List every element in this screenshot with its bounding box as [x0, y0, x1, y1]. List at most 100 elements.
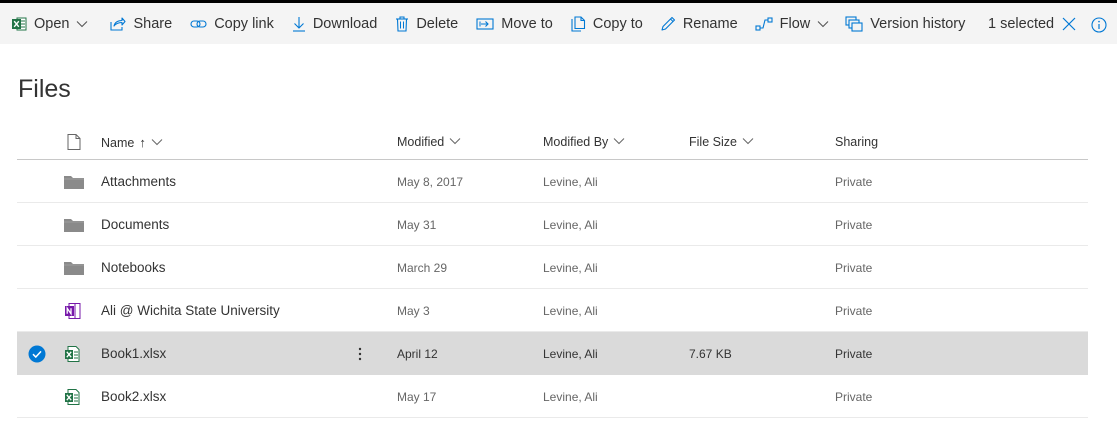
rename-button[interactable]: Rename [660, 3, 738, 44]
modified-date: May 8, 2017 [397, 174, 464, 189]
modified-date: March 29 [397, 260, 448, 275]
copy-link-button[interactable]: Copy link [190, 3, 274, 44]
sharing-column-header: Sharing [835, 135, 878, 149]
modified-column-header[interactable]: Modified [397, 135, 461, 149]
table-header: Name ↑ Modified Modified By File Size Sh… [17, 122, 1088, 160]
modified-by: Levine, Ali [543, 260, 598, 275]
chevron-down-icon [613, 135, 625, 149]
onenote-icon [65, 302, 81, 319]
sharing-status: Private [835, 217, 873, 232]
chevron-down-icon [449, 135, 461, 149]
modified-by: Levine, Ali [543, 389, 598, 404]
version-history-icon [845, 15, 863, 32]
download-icon [292, 16, 306, 32]
more-vertical-icon [358, 347, 362, 360]
delete-button[interactable]: Delete [395, 3, 458, 44]
modified-date: April 12 [397, 346, 438, 361]
flow-button[interactable]: Flow [755, 3, 830, 44]
row-checkbox[interactable] [28, 289, 46, 332]
modified-by-column-label: Modified By [543, 135, 609, 149]
row-selected-checkbox[interactable] [28, 332, 46, 375]
sort-ascending-icon: ↑ [139, 135, 146, 150]
delete-label: Delete [416, 15, 459, 32]
flow-label: Flow [779, 15, 811, 32]
file-type-icon [64, 246, 84, 289]
excel-icon [65, 345, 80, 362]
row-checkbox[interactable] [28, 160, 46, 203]
modified-by-column-header[interactable]: Modified By [543, 135, 625, 149]
trash-icon [395, 15, 409, 32]
pencil-icon [660, 16, 676, 32]
file-name-link[interactable]: Book1.xlsx [101, 332, 166, 375]
table-row[interactable]: Documents May 31 Levine, Ali Private [17, 203, 1088, 246]
file-size: 7.67 KB [689, 346, 732, 361]
move-to-label: Move to [501, 15, 553, 32]
download-button[interactable]: Download [292, 3, 377, 44]
checkmark-circle-icon [28, 345, 46, 362]
version-history-button[interactable]: Version history [845, 3, 965, 44]
file-name-link[interactable]: Documents [101, 203, 169, 246]
copy-icon [571, 15, 586, 32]
file-size-column-label: File Size [689, 135, 737, 149]
chevron-down-icon [817, 18, 829, 30]
flow-icon [755, 16, 773, 32]
files-table: Name ↑ Modified Modified By File Size Sh… [17, 122, 1088, 418]
chevron-down-icon [151, 136, 163, 150]
folder-icon [64, 218, 84, 232]
chevron-down-icon [76, 18, 88, 30]
move-icon [476, 16, 494, 32]
modified-by: Levine, Ali [543, 217, 598, 232]
file-name-link[interactable]: Ali @ Wichita State University [101, 289, 280, 332]
page-title: Files [18, 75, 71, 103]
document-icon [67, 134, 81, 150]
row-checkbox[interactable] [28, 375, 46, 418]
modified-by: Levine, Ali [543, 174, 598, 189]
file-type-icon [64, 289, 82, 332]
table-row[interactable]: Book2.xlsx May 17 Levine, Ali Private [17, 375, 1088, 418]
rename-label: Rename [682, 15, 738, 32]
share-button[interactable]: Share [109, 3, 172, 44]
table-row[interactable]: Ali @ Wichita State University May 3 Levin… [17, 289, 1088, 332]
share-label: Share [133, 15, 173, 32]
move-to-button[interactable]: Move to [476, 3, 553, 44]
folder-icon [64, 175, 84, 189]
command-bar: Open Share Copy link Download Delete Mov… [0, 0, 1117, 44]
selected-count-label: 1 selected [988, 15, 1055, 32]
link-icon [190, 16, 207, 32]
modified-column-label: Modified [397, 135, 445, 149]
info-pane-button[interactable] [1091, 17, 1107, 38]
file-name-link[interactable]: Attachments [101, 160, 176, 203]
file-name-link[interactable]: Notebooks [101, 246, 166, 289]
modified-date: May 3 [397, 303, 430, 318]
chevron-down-icon [742, 135, 754, 149]
close-icon [1062, 17, 1076, 30]
name-column-header[interactable]: Name ↑ [101, 135, 163, 150]
more-actions-button[interactable] [358, 332, 362, 375]
file-type-icon [64, 375, 80, 418]
table-row[interactable]: Notebooks March 29 Levine, Ali Private [17, 246, 1088, 289]
file-size-column-header[interactable]: File Size [689, 135, 754, 149]
name-column-label: Name [101, 135, 135, 150]
open-button[interactable]: Open [11, 3, 88, 44]
sharing-column-label: Sharing [835, 135, 879, 149]
modified-by: Levine, Ali [543, 346, 598, 361]
version-history-label: Version history [870, 15, 966, 32]
modified-by: Levine, Ali [543, 303, 598, 318]
table-row[interactable]: Book1.xlsx April 12 Levine, Ali 7.67 KB Priv… [17, 332, 1088, 375]
modified-date: May 31 [397, 217, 437, 232]
table-row[interactable]: Attachments May 8, 2017 Levine, Ali Private [17, 160, 1088, 203]
sharing-status: Private [835, 346, 873, 361]
file-name-link[interactable]: Book2.xlsx [101, 375, 166, 418]
table-body: Attachments May 8, 2017 Levine, Ali Private… [17, 160, 1088, 418]
file-type-column-header[interactable] [67, 134, 81, 150]
clear-selection-button[interactable] [1062, 17, 1076, 31]
folder-icon [64, 261, 84, 275]
row-checkbox[interactable] [28, 246, 46, 289]
file-type-icon [64, 203, 84, 246]
share-icon [109, 16, 127, 32]
sharing-status: Private [835, 260, 873, 275]
row-checkbox[interactable] [28, 203, 46, 246]
file-type-icon [64, 160, 84, 203]
modified-date: May 17 [397, 389, 437, 404]
copy-to-button[interactable]: Copy to [571, 3, 643, 44]
